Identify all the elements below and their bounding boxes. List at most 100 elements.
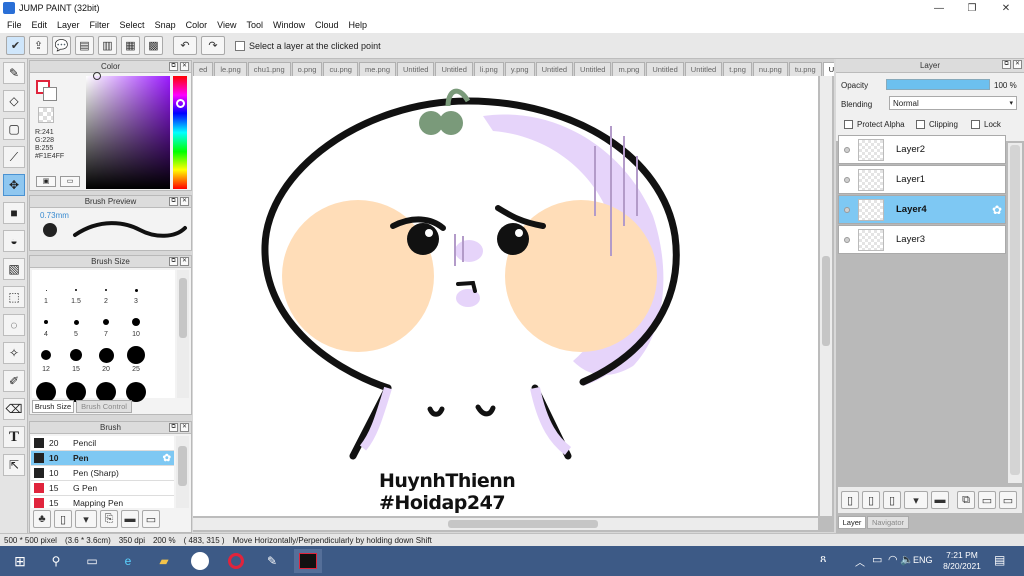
clock[interactable]: 7:21 PM 8/20/2021 (938, 550, 986, 572)
menu-file[interactable]: File (2, 20, 27, 30)
search-icon[interactable]: ⚲ (42, 549, 70, 573)
fill-rect-tool-icon[interactable]: ■ (3, 202, 25, 224)
panel-close-icon[interactable]: ✕ (1013, 60, 1022, 69)
undo-icon[interactable]: ↶ (173, 36, 197, 55)
layer-menu-icon[interactable]: ▾ (904, 491, 928, 509)
panel-float-icon[interactable]: ⧉ (1002, 60, 1011, 69)
document-tab[interactable]: li.png (473, 62, 504, 76)
layout-icon[interactable]: ▦ (121, 36, 140, 55)
size-dot-1[interactable] (34, 280, 58, 300)
menu-select[interactable]: Select (115, 20, 150, 30)
new-layer-icon[interactable]: ▯ (841, 491, 859, 509)
edge-icon[interactable]: e (114, 549, 142, 573)
new-layer-1bit-icon[interactable]: ▯ (883, 491, 901, 509)
menu-view[interactable]: View (212, 20, 241, 30)
color-picker-cursor[interactable] (93, 72, 101, 80)
file-explorer-icon[interactable]: ▰ (150, 549, 178, 573)
size-dot-7[interactable] (94, 312, 118, 332)
menu-edit[interactable]: Edit (27, 20, 53, 30)
panel-float-icon[interactable]: ⧉ (169, 423, 178, 432)
chevron-up-icon[interactable]: ︿ (855, 554, 865, 569)
panel-icon[interactable]: ▤ (75, 36, 94, 55)
size-dot-12[interactable] (34, 344, 58, 366)
document-tab[interactable]: Untitled (535, 62, 574, 76)
volume-icon[interactable]: 🔈 (900, 553, 914, 566)
export-icon[interactable]: ⇪ (29, 36, 48, 55)
brush-item[interactable]: 15 Mapping Pen (31, 496, 174, 508)
brush-menu-icon[interactable]: ▾ (75, 510, 97, 528)
size-dot-30[interactable] (36, 382, 56, 402)
size-dot-70[interactable] (126, 382, 146, 402)
document-tab[interactable]: ed (193, 62, 214, 76)
add-color-icon[interactable]: ▣ (36, 176, 56, 187)
hue-slider[interactable] (173, 76, 187, 189)
document-tab[interactable]: Untitled (574, 62, 612, 76)
tab-navigator[interactable]: Navigator (867, 516, 909, 529)
document-tab[interactable]: t.png (723, 62, 752, 76)
layer-row-layer2[interactable]: Layer2 (838, 135, 1006, 164)
layer-folder-icon[interactable]: ▬ (931, 491, 949, 509)
gradient-tool-icon[interactable]: ▧ (3, 258, 25, 280)
brush-settings-gear-icon[interactable]: ✿ (163, 453, 171, 464)
close-button[interactable]: ✕ (989, 0, 1023, 16)
brush-item[interactable]: 10 Pen (Sharp) (31, 466, 174, 481)
minimize-button[interactable]: — (922, 0, 956, 16)
size-dot-3[interactable] (124, 280, 148, 300)
line-tool-icon[interactable]: ⟋ (3, 146, 25, 168)
size-dot-1-5[interactable] (64, 280, 88, 300)
people-icon[interactable]: ጸ (820, 553, 826, 566)
notification-icon[interactable]: ▤ (994, 553, 1005, 567)
document-tab[interactable]: tu.png (788, 62, 822, 76)
menu-tool[interactable]: Tool (241, 20, 268, 30)
panel-close-icon[interactable]: ✕ (180, 197, 189, 206)
panel-close-icon[interactable]: ✕ (180, 257, 189, 266)
select-eraser-tool-icon[interactable]: ⌫ (3, 398, 25, 420)
brush-folder-icon[interactable]: ▬ (121, 510, 139, 528)
rectangle-tool-icon[interactable]: ▢ (3, 118, 25, 140)
hue-slider-handle[interactable] (176, 99, 185, 108)
page-icon[interactable]: ▥ (98, 36, 117, 55)
document-tab[interactable]: o.png (291, 62, 323, 76)
panel-float-icon[interactable]: ⧉ (169, 197, 178, 206)
redo-icon[interactable]: ↷ (201, 36, 225, 55)
brush-item[interactable]: 20 Pencil (31, 436, 174, 451)
eraser-tool-icon[interactable]: ◇ (3, 90, 25, 112)
merge-layer-icon[interactable]: ▭ (978, 491, 996, 509)
drawing-canvas[interactable]: HuynhThienn #Hoidap247 (193, 76, 818, 516)
vertical-scrollbar[interactable] (820, 76, 832, 516)
visibility-eye-icon[interactable] (844, 176, 850, 183)
layer-row-layer4[interactable]: Layer4 ✿ (838, 195, 1006, 224)
panel-close-icon[interactable]: ✕ (180, 423, 189, 432)
brush-list-scrollbar[interactable] (176, 436, 189, 508)
layer-row-layer3[interactable]: Layer3 (838, 225, 1006, 254)
battery-icon[interactable]: ▭ (872, 553, 882, 566)
document-tab[interactable]: Untitled (822, 62, 834, 76)
horizontal-scrollbar[interactable] (193, 518, 818, 530)
menu-filter[interactable]: Filter (85, 20, 115, 30)
wifi-icon[interactable]: ◠ (888, 553, 898, 566)
size-dot-15[interactable] (64, 344, 88, 366)
language-indicator[interactable]: ENG (913, 555, 933, 565)
panel-float-icon[interactable]: ⧉ (169, 257, 178, 266)
layer-settings-gear-icon[interactable]: ✿ (992, 203, 1002, 217)
tab-layer[interactable]: Layer (838, 516, 866, 529)
opacity-slider[interactable] (886, 79, 990, 90)
brush-cloud-icon[interactable]: ♣ (33, 510, 51, 528)
zalo-icon[interactable] (186, 549, 214, 573)
remove-color-icon[interactable]: ▭ (60, 176, 80, 187)
saturation-value-picker[interactable] (86, 76, 170, 189)
duplicate-layer-icon[interactable]: ⧉ (957, 491, 975, 509)
size-dot-10[interactable] (124, 312, 148, 332)
document-tab[interactable]: le.png (214, 62, 247, 76)
task-view-icon[interactable]: ▭ (78, 549, 106, 573)
size-dot-4[interactable] (34, 312, 58, 332)
menu-layer[interactable]: Layer (52, 20, 85, 30)
lock-checkbox[interactable] (971, 120, 980, 129)
cloud-sync-icon[interactable]: ✔ (6, 36, 25, 55)
select-rect-tool-icon[interactable]: ⬚ (3, 286, 25, 308)
pen-tool-icon[interactable]: ✎ (3, 62, 25, 84)
windows-start-icon[interactable]: ⊞ (6, 549, 34, 573)
delete-layer-icon[interactable]: ▭ (999, 491, 1017, 509)
document-tab[interactable]: Untitled (397, 62, 435, 76)
blending-select[interactable]: Normal ▾ (889, 96, 1017, 110)
